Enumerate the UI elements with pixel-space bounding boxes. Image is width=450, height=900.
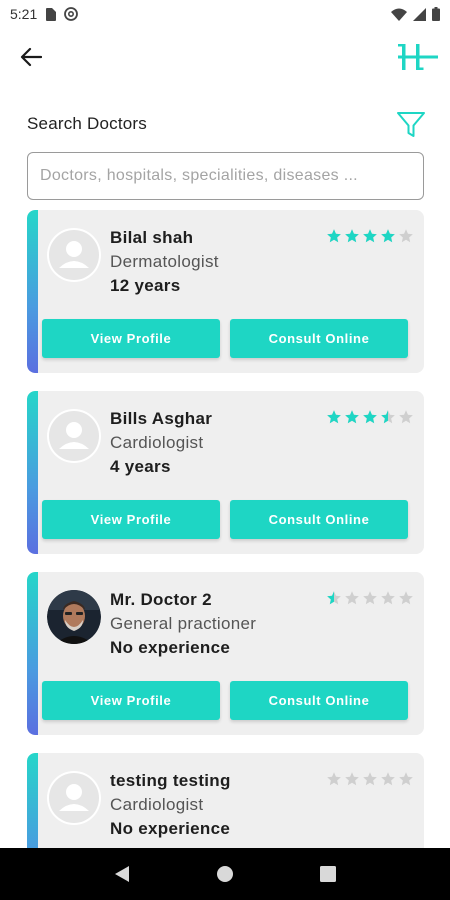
doctor-experience: No experience [110, 819, 231, 838]
star-rating [326, 590, 414, 606]
star-icon [398, 771, 414, 787]
back-arrow-icon[interactable] [18, 44, 44, 70]
doctor-specialty: Cardiologist [110, 433, 204, 452]
star-rating [326, 228, 414, 244]
doctor-card[interactable]: Bilal shah Dermatologist 12 years View Prof… [27, 210, 424, 373]
doctor-experience: 4 years [110, 457, 171, 476]
at-sign-icon [64, 7, 79, 21]
doctor-card[interactable]: Bills Asghar Cardiologist 4 years View Prof… [27, 391, 424, 554]
doctor-name: Mr. Doctor 2 [110, 590, 212, 609]
star-icon [344, 228, 360, 244]
status-bar: 5:21 [0, 0, 450, 28]
star-icon [344, 771, 360, 787]
view-profile-button[interactable]: View Profile [42, 681, 220, 720]
doctor-card[interactable]: Mr. Doctor 2 General practioner No experie… [27, 572, 424, 735]
nav-home-icon[interactable] [205, 854, 245, 894]
star-rating [326, 409, 414, 425]
star-icon [380, 590, 396, 606]
star-icon [398, 409, 414, 425]
search-input[interactable] [27, 152, 424, 200]
doctor-name: testing testing [110, 771, 231, 790]
star-icon [362, 590, 378, 606]
view-profile-button[interactable]: View Profile [42, 319, 220, 358]
star-icon [380, 228, 396, 244]
star-icon [326, 228, 342, 244]
star-icon [344, 409, 360, 425]
doctor-experience: No experience [110, 638, 231, 657]
card-accent-bar [27, 572, 38, 735]
consult-online-button[interactable]: Consult Online [230, 319, 408, 358]
signal-icon [413, 7, 426, 21]
doctor-specialty: General practioner [110, 614, 257, 633]
avatar-placeholder-icon [47, 771, 101, 825]
doctor-experience: 12 years [110, 276, 181, 295]
star-icon [398, 228, 414, 244]
star-icon [380, 409, 396, 425]
wifi-icon [391, 8, 407, 21]
system-nav-bar [0, 848, 450, 900]
doctor-photo-avatar [47, 590, 101, 644]
doctor-specialty: Dermatologist [110, 252, 219, 271]
card-accent-bar [27, 210, 38, 373]
avatar-placeholder-icon [47, 409, 101, 463]
consult-online-button[interactable]: Consult Online [230, 500, 408, 539]
star-icon [362, 409, 378, 425]
view-profile-button[interactable]: View Profile [42, 500, 220, 539]
star-icon [380, 771, 396, 787]
status-time: 5:21 [10, 6, 38, 22]
star-rating [326, 771, 414, 787]
star-icon [326, 771, 342, 787]
app-logo-icon [398, 42, 438, 72]
app-bar [0, 34, 450, 78]
nav-back-icon[interactable] [102, 854, 142, 894]
star-icon [362, 771, 378, 787]
star-icon [326, 590, 342, 606]
doctor-list: Bilal shah Dermatologist 12 years View Prof… [27, 210, 424, 900]
filter-funnel-icon[interactable] [396, 110, 426, 140]
star-icon [326, 409, 342, 425]
doctor-specialty: Cardiologist [110, 795, 204, 814]
star-icon [398, 590, 414, 606]
nav-recents-icon[interactable] [308, 854, 348, 894]
star-icon [362, 228, 378, 244]
doctor-name: Bilal shah [110, 228, 194, 247]
card-accent-bar [27, 391, 38, 554]
battery-icon [432, 7, 440, 21]
avatar-placeholder-icon [47, 228, 101, 282]
star-icon [344, 590, 360, 606]
consult-online-button[interactable]: Consult Online [230, 681, 408, 720]
doctor-name: Bills Asghar [110, 409, 213, 428]
search-doctors-title: Search Doctors [27, 114, 147, 133]
sim-card-icon [45, 7, 57, 21]
